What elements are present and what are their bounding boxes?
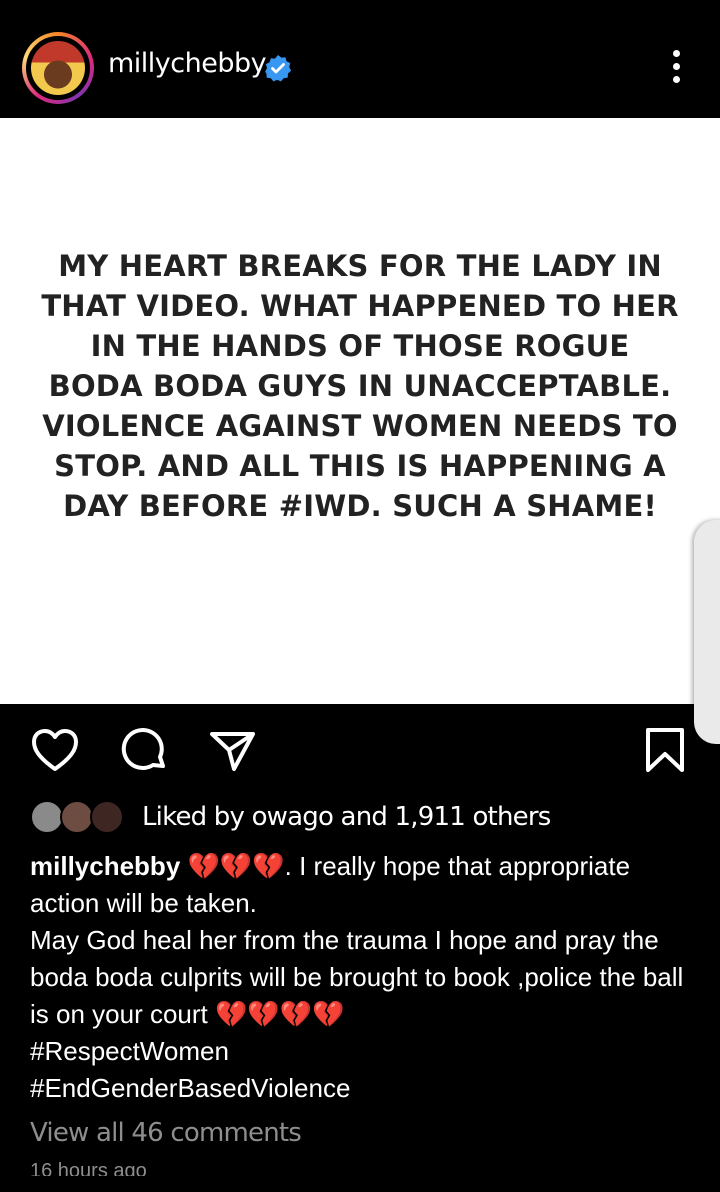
profile-photo	[31, 41, 85, 95]
post-image[interactable]: MY HEART BREAKS FOR THE LADY IN THAT VID…	[0, 118, 720, 704]
bookmark-icon[interactable]	[640, 726, 690, 776]
avatar[interactable]	[22, 32, 94, 104]
heart-icon[interactable]	[30, 726, 80, 776]
hashtag-link[interactable]: #EndGenderBasedViolence	[30, 1070, 700, 1107]
verified-badge-icon	[265, 55, 292, 82]
post-image-text: MY HEART BREAKS FOR THE LADY IN THAT VID…	[41, 249, 679, 523]
likes-summary[interactable]: Liked by owago and 1,911 others	[30, 798, 690, 838]
view-all-comments-link[interactable]: View all 46 comments	[30, 1118, 302, 1148]
more-options-icon[interactable]	[664, 50, 688, 86]
comment-icon[interactable]	[120, 726, 170, 776]
liker-username[interactable]: owago	[252, 802, 334, 832]
liker-avatar	[60, 800, 94, 834]
post-caption: millychebby 💔💔💔. I really hope that appr…	[30, 848, 700, 1107]
post-timestamp: 16 hours ago	[30, 1160, 147, 1176]
liker-avatar	[30, 800, 64, 834]
username-link[interactable]: millychebby	[108, 48, 267, 79]
caption-username[interactable]: millychebby	[30, 851, 180, 881]
liker-avatar	[90, 800, 124, 834]
likes-count[interactable]: 1,911 others	[395, 802, 552, 832]
likes-middle: and	[333, 802, 395, 832]
share-icon[interactable]	[208, 726, 258, 776]
broken-heart-emojis: 💔💔💔💔	[214, 999, 345, 1029]
broken-heart-emojis: 💔💔💔	[187, 851, 285, 881]
likes-prefix: Liked by	[142, 802, 252, 832]
caption-text-2: May God heal her from the trauma I hope …	[30, 925, 684, 1029]
hashtag-link[interactable]: #RespectWomen	[30, 1033, 700, 1070]
action-bar	[0, 704, 720, 794]
avatar-image	[26, 36, 90, 100]
post-header: millychebby	[0, 0, 720, 118]
likes-text: Liked by owago and 1,911 others	[142, 802, 552, 832]
